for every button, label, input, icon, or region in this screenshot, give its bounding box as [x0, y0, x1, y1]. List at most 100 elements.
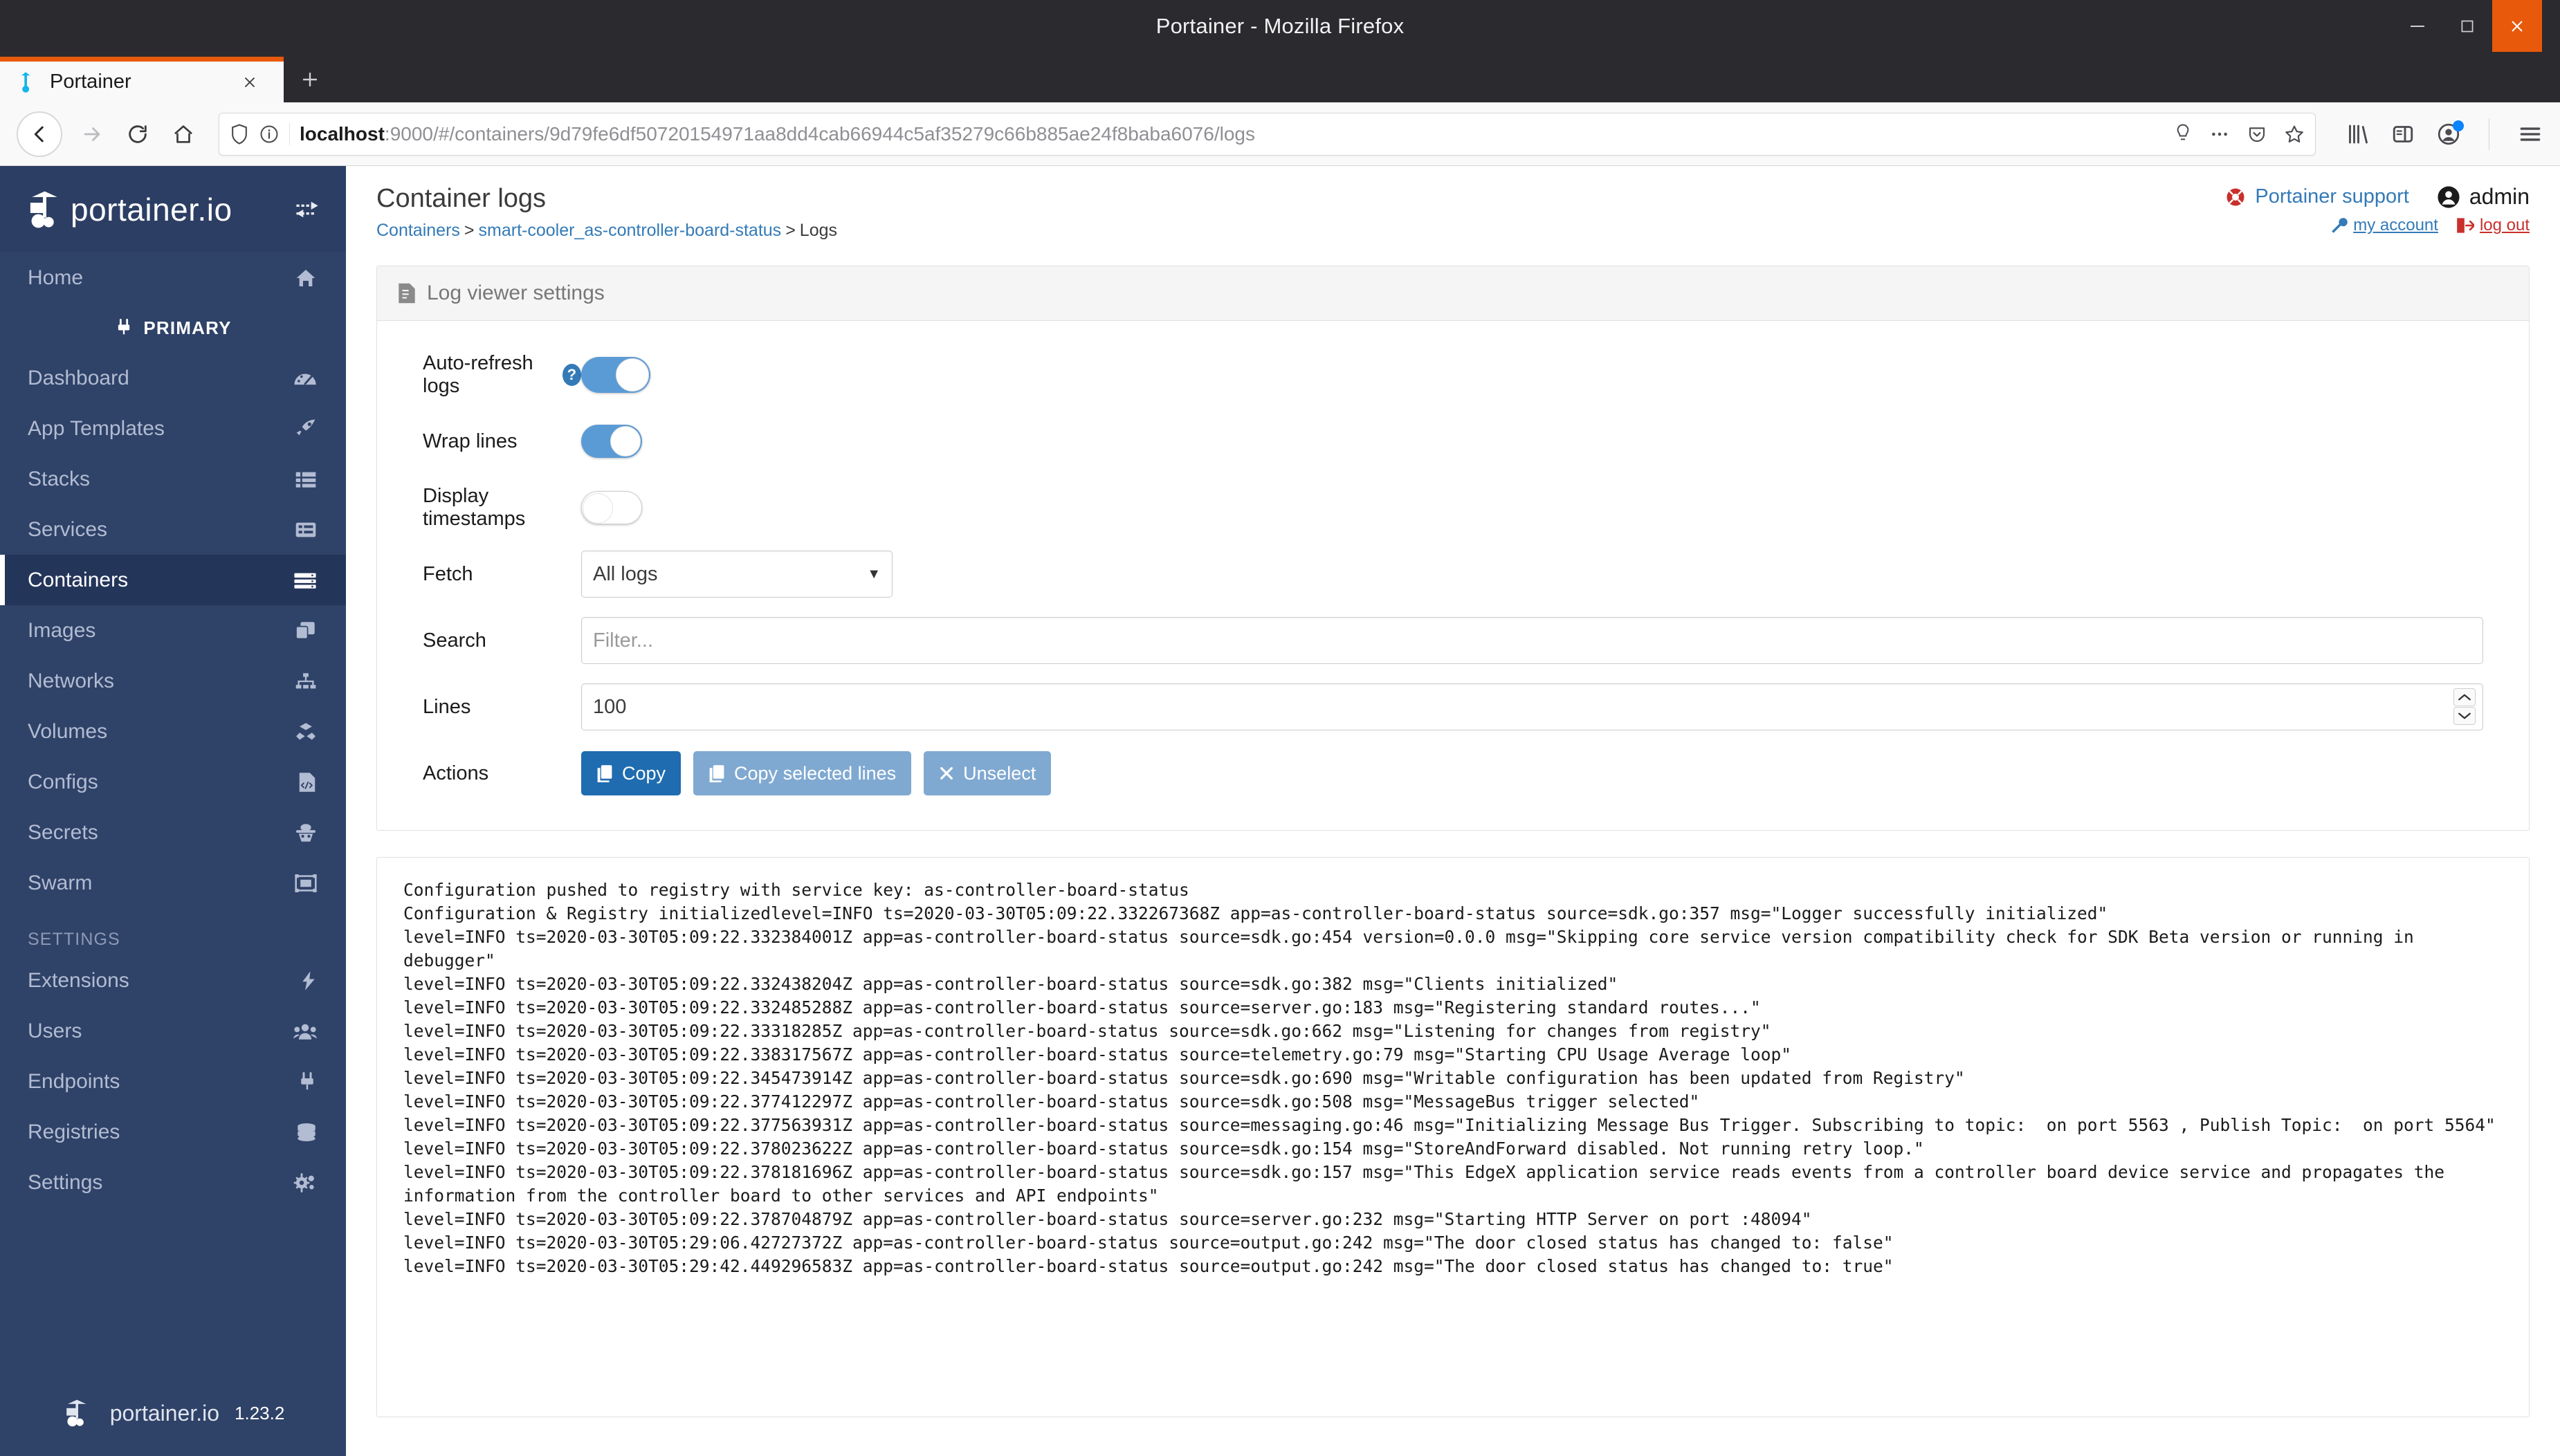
- log-line[interactable]: level=INFO ts=2020-03-30T05:09:22.345473…: [403, 1067, 2503, 1090]
- library-icon[interactable]: [2345, 122, 2370, 147]
- page-info-icon[interactable]: [259, 124, 280, 145]
- quantity-stepper[interactable]: [2453, 688, 2476, 725]
- log-line[interactable]: level=INFO ts=2020-03-30T05:09:22.378704…: [403, 1208, 2503, 1231]
- wrap-lines-toggle[interactable]: [581, 425, 642, 458]
- log-line[interactable]: Configuration & Registry initializedleve…: [403, 902, 2503, 925]
- window-controls: [2393, 0, 2542, 52]
- breadcrumb-containers-link[interactable]: Containers: [376, 221, 460, 240]
- sidebar-item-secrets[interactable]: Secrets: [0, 807, 346, 858]
- pocket-icon[interactable]: [2246, 124, 2268, 145]
- display-timestamps-label: Display timestamps: [423, 485, 526, 530]
- sidebar-item-containers[interactable]: Containers: [0, 555, 346, 605]
- stacks-list-icon: [286, 470, 317, 488]
- sidebar-item-label: Containers: [28, 568, 129, 591]
- log-line[interactable]: level=INFO ts=2020-03-30T05:09:22.338317…: [403, 1043, 2503, 1067]
- user-block[interactable]: admin: [2437, 184, 2530, 210]
- permissions-icon[interactable]: [2173, 123, 2193, 145]
- header-user-row: Portainer support admin: [2225, 184, 2530, 210]
- my-account-link[interactable]: my account: [2331, 216, 2438, 235]
- url-bar[interactable]: localhost:9000/#/containers/9d79fe6df507…: [219, 112, 2316, 156]
- sidebar-item-endpoints[interactable]: Endpoints: [0, 1056, 346, 1107]
- log-line[interactable]: level=INFO ts=2020-03-30T05:09:22.333182…: [403, 1020, 2503, 1043]
- chevron-down-icon: ▼: [867, 566, 881, 582]
- log-line[interactable]: level=INFO ts=2020-03-30T05:09:22.332438…: [403, 973, 2503, 996]
- copy-selected-lines-button[interactable]: Copy selected lines: [693, 751, 912, 795]
- portainer-favicon: [15, 71, 39, 94]
- shield-icon[interactable]: [229, 123, 250, 145]
- tab-close-icon[interactable]: [241, 73, 268, 91]
- sidebar-item-swarm[interactable]: Swarm: [0, 858, 346, 908]
- log-line[interactable]: level=INFO ts=2020-03-30T05:29:42.449296…: [403, 1255, 2503, 1278]
- sidebar-item-services[interactable]: Services: [0, 504, 346, 555]
- account-icon[interactable]: [2436, 120, 2464, 147]
- log-line[interactable]: level=INFO ts=2020-03-30T05:09:22.378023…: [403, 1137, 2503, 1161]
- stepper-up-icon[interactable]: [2453, 688, 2476, 706]
- close-window-button[interactable]: [2492, 0, 2542, 52]
- help-icon[interactable]: ?: [562, 364, 581, 386]
- sidebar-item-label: Registries: [28, 1120, 120, 1143]
- sidebar-item-volumes[interactable]: Volumes: [0, 706, 346, 757]
- log-line[interactable]: level=INFO ts=2020-03-30T05:09:22.332384…: [403, 925, 2503, 973]
- forward-button[interactable]: [69, 111, 115, 157]
- sidebar-item-dashboard[interactable]: Dashboard: [0, 353, 346, 403]
- bookmark-star-icon[interactable]: [2283, 123, 2305, 145]
- hamburger-menu-icon[interactable]: [2517, 121, 2543, 147]
- sidebar-item-label: Configs: [28, 770, 98, 793]
- fetch-select[interactable]: All logs ▼: [581, 551, 893, 598]
- search-input[interactable]: Filter...: [581, 617, 2483, 664]
- minimize-button[interactable]: [2393, 0, 2442, 52]
- copy-button[interactable]: Copy: [581, 751, 682, 795]
- portainer-support-link[interactable]: Portainer support: [2225, 185, 2409, 208]
- maximize-button[interactable]: [2442, 0, 2492, 52]
- sidebar-item-extensions[interactable]: Extensions: [0, 955, 346, 1006]
- url-path: :9000/#/containers/9d79fe6df50720154971a…: [384, 122, 1255, 145]
- sidebar-item-settings[interactable]: Settings: [0, 1157, 346, 1208]
- user-avatar-icon: [2437, 185, 2460, 209]
- sidebar-item-app-templates[interactable]: App Templates: [0, 403, 346, 454]
- reload-button[interactable]: [115, 111, 161, 157]
- stepper-down-icon[interactable]: [2453, 707, 2476, 725]
- auto-refresh-toggle[interactable]: [581, 357, 650, 393]
- page-header-right: Portainer support admin my account log o…: [2225, 184, 2530, 235]
- log-line[interactable]: level=INFO ts=2020-03-30T05:09:22.377563…: [403, 1114, 2503, 1137]
- log-line[interactable]: level=INFO ts=2020-03-30T05:09:22.332485…: [403, 996, 2503, 1020]
- breadcrumb-container-link[interactable]: smart-cooler_as-controller-board-status: [479, 221, 782, 240]
- log-line[interactable]: level=INFO ts=2020-03-30T05:29:06.427273…: [403, 1231, 2503, 1255]
- database-icon: [286, 1123, 317, 1142]
- log-out-link[interactable]: log out: [2456, 216, 2530, 235]
- sidebar-item-stacks[interactable]: Stacks: [0, 454, 346, 504]
- fetch-selected-value: All logs: [593, 562, 658, 585]
- sidebar-item-configs[interactable]: Configs: [0, 757, 346, 807]
- sidebar-toggle-icon[interactable]: [2390, 122, 2415, 147]
- unselect-button[interactable]: Unselect: [924, 751, 1052, 795]
- sidebar-item-label: Users: [28, 1019, 82, 1042]
- sidebar-collapse-icon[interactable]: [292, 198, 322, 221]
- portainer-logo-icon: [24, 187, 69, 232]
- fetch-label: Fetch: [423, 562, 473, 585]
- new-tab-button[interactable]: [284, 57, 336, 102]
- page-actions-icon[interactable]: [2209, 124, 2231, 145]
- sidebar-item-networks[interactable]: Networks: [0, 656, 346, 706]
- sidebar-item-images[interactable]: Images: [0, 605, 346, 656]
- sidebar-logo[interactable]: portainer.io: [0, 166, 346, 252]
- lines-label-group: Lines: [398, 696, 581, 719]
- log-output-panel[interactable]: Configuration pushed to registry with se…: [376, 857, 2530, 1417]
- copy-button-label: Copy: [622, 762, 666, 784]
- log-line[interactable]: level=INFO ts=2020-03-30T05:09:22.377412…: [403, 1090, 2503, 1114]
- sidebar-item-registries[interactable]: Registries: [0, 1107, 346, 1157]
- lines-input[interactable]: 100: [581, 683, 2483, 730]
- home-button[interactable]: [161, 111, 206, 157]
- portainer-footer-logo-icon: [62, 1397, 95, 1430]
- display-timestamps-toggle[interactable]: [581, 491, 642, 524]
- log-line[interactable]: Configuration pushed to registry with se…: [403, 878, 2503, 902]
- networks-icon: [286, 672, 317, 690]
- sidebar-item-users[interactable]: Users: [0, 1006, 346, 1056]
- back-button[interactable]: [17, 111, 62, 157]
- sidebar-item-home[interactable]: Home: [0, 252, 346, 303]
- tab-portainer[interactable]: Portainer: [0, 57, 284, 102]
- log-line[interactable]: level=INFO ts=2020-03-30T05:09:22.378181…: [403, 1161, 2503, 1208]
- search-label: Search: [423, 629, 486, 652]
- browser-navbar: localhost:9000/#/containers/9d79fe6df507…: [0, 102, 2560, 166]
- bolt-icon: [286, 970, 317, 991]
- gears-icon: [286, 1172, 317, 1193]
